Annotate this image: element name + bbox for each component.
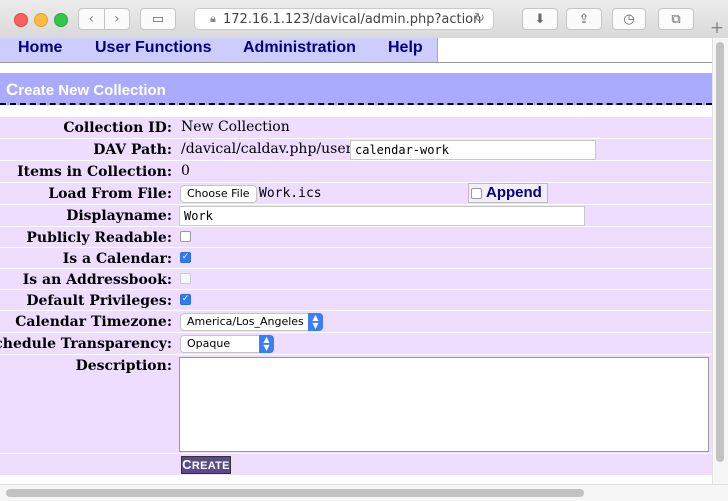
history-nav: ‹ › — [78, 8, 130, 30]
downloads-button[interactable]: ⬇ — [522, 8, 558, 30]
browser-toolbar: ‹ › ▭ 🔒︎ 172.16.1.123/davical/admin.php?… — [0, 0, 728, 39]
close-window-button[interactable] — [14, 13, 28, 27]
append-option: Append — [468, 183, 548, 203]
append-checkbox[interactable] — [471, 188, 482, 199]
page-title-text: Create New Collection — [6, 80, 166, 99]
tabs-overview-button[interactable]: ⧉ — [658, 8, 694, 30]
vertical-scroll-thumb[interactable] — [716, 42, 724, 462]
public-checkbox[interactable] — [180, 231, 191, 242]
load-file-label: Load From File: — [48, 186, 172, 202]
collection-id-label: Collection ID: — [63, 120, 172, 136]
items-value: 0 — [181, 163, 190, 179]
vertical-scrollbar[interactable] — [712, 38, 728, 484]
calendar-label: Is a Calendar: — [62, 251, 172, 267]
transparency-select[interactable]: Opaque ▲ ▼ — [180, 335, 274, 353]
menu-divider — [0, 62, 712, 63]
items-label: Items in Collection: — [17, 164, 172, 180]
dav-path-prefix: /davical/caldav.php/user2/ — [181, 141, 366, 157]
description-label: Description: — [75, 358, 172, 374]
row-addressbook: Is an Addressbook: — [0, 268, 712, 289]
row-public: Publicly Readable: — [0, 226, 712, 247]
zoom-window-button[interactable] — [54, 13, 68, 27]
chevron-left-icon[interactable]: ‹ — [79, 9, 104, 29]
transparency-label: Schedule Transparency: — [0, 336, 172, 352]
lock-icon: 🔒︎ — [210, 12, 216, 25]
horizontal-scrollbar[interactable] — [0, 484, 728, 501]
select-arrows-icon: ▲ ▼ — [259, 335, 274, 353]
row-collection-id: Collection ID: New Collection — [0, 116, 712, 138]
menu-help[interactable]: Help — [388, 39, 423, 57]
address-bar[interactable]: 🔒︎ 172.16.1.123/davical/admin.php?action… — [194, 8, 494, 30]
timezone-select[interactable]: America/Los_Angeles ▲ ▼ — [180, 313, 323, 331]
public-label: Publicly Readable: — [26, 230, 172, 246]
url-text: 172.16.1.123/davical/admin.php?action — [223, 11, 482, 27]
row-calendar: Is a Calendar: ✓ — [0, 247, 712, 268]
displayname-input[interactable]: Work — [179, 206, 585, 226]
share-button[interactable]: ⇪ — [566, 8, 602, 30]
row-load-file: Load From File: Choose File Work.ics App… — [0, 182, 712, 204]
row-transparency: Schedule Transparency: Opaque ▲ ▼ — [0, 332, 712, 354]
choose-file-button[interactable]: Choose File — [180, 185, 257, 203]
page-title: Create New Collection — [0, 73, 712, 105]
sidebar-icon: ▭ — [151, 11, 165, 27]
chevron-right-icon[interactable]: › — [103, 9, 130, 29]
file-name: Work.ics — [259, 186, 322, 201]
collection-id-value: New Collection — [181, 119, 290, 135]
transparency-value: Opaque — [187, 337, 231, 350]
calendar-checkbox[interactable]: ✓ — [180, 252, 191, 263]
row-displayname: Displayname: Work — [0, 204, 712, 226]
row-timezone: Calendar Timezone: America/Los_Angeles ▲… — [0, 310, 712, 332]
download-icon: ⬇ — [534, 11, 546, 27]
menu-home[interactable]: Home — [18, 39, 62, 57]
row-description: Description: — [0, 354, 712, 453]
tabs-icon: ⧉ — [671, 11, 681, 27]
select-arrows-icon: ▲ ▼ — [308, 313, 323, 331]
displayname-label: Displayname: — [66, 208, 172, 224]
create-button[interactable]: CREATE — [181, 456, 231, 474]
sidebar-toggle-button[interactable]: ▭ — [140, 8, 176, 30]
row-default-privileges: Default Privileges: ✓ — [0, 289, 712, 310]
dav-path-input[interactable]: calendar-work — [350, 140, 596, 160]
row-dav-path: DAV Path: /davical/caldav.php/user2/ cal… — [0, 138, 712, 160]
row-items: Items in Collection: 0 — [0, 160, 712, 182]
history-button[interactable]: ◷ — [612, 8, 646, 30]
dav-path-label: DAV Path: — [93, 142, 172, 158]
default-privileges-label: Default Privileges: — [26, 293, 172, 309]
addressbook-label: Is an Addressbook: — [22, 272, 172, 288]
main-menu: Home User Functions Administration Help — [0, 38, 438, 63]
page-content: Home User Functions Administration Help … — [0, 38, 712, 484]
default-privileges-checkbox[interactable]: ✓ — [180, 294, 191, 305]
clock-icon: ◷ — [623, 11, 635, 27]
row-submit: CREATE — [0, 453, 712, 475]
new-tab-button[interactable]: + — [706, 18, 728, 38]
append-label: Append — [486, 184, 542, 201]
description-textarea[interactable] — [179, 357, 709, 452]
menu-user-functions[interactable]: User Functions — [95, 39, 211, 57]
horizontal-scroll-thumb[interactable] — [6, 489, 584, 497]
share-icon: ⇪ — [578, 11, 590, 27]
menu-administration[interactable]: Administration — [243, 39, 356, 57]
reload-icon[interactable]: ↻ — [474, 11, 485, 26]
minimize-window-button[interactable] — [34, 13, 48, 27]
timezone-label: Calendar Timezone: — [15, 314, 172, 330]
addressbook-checkbox[interactable] — [180, 273, 191, 284]
timezone-value: America/Los_Angeles — [187, 315, 304, 328]
